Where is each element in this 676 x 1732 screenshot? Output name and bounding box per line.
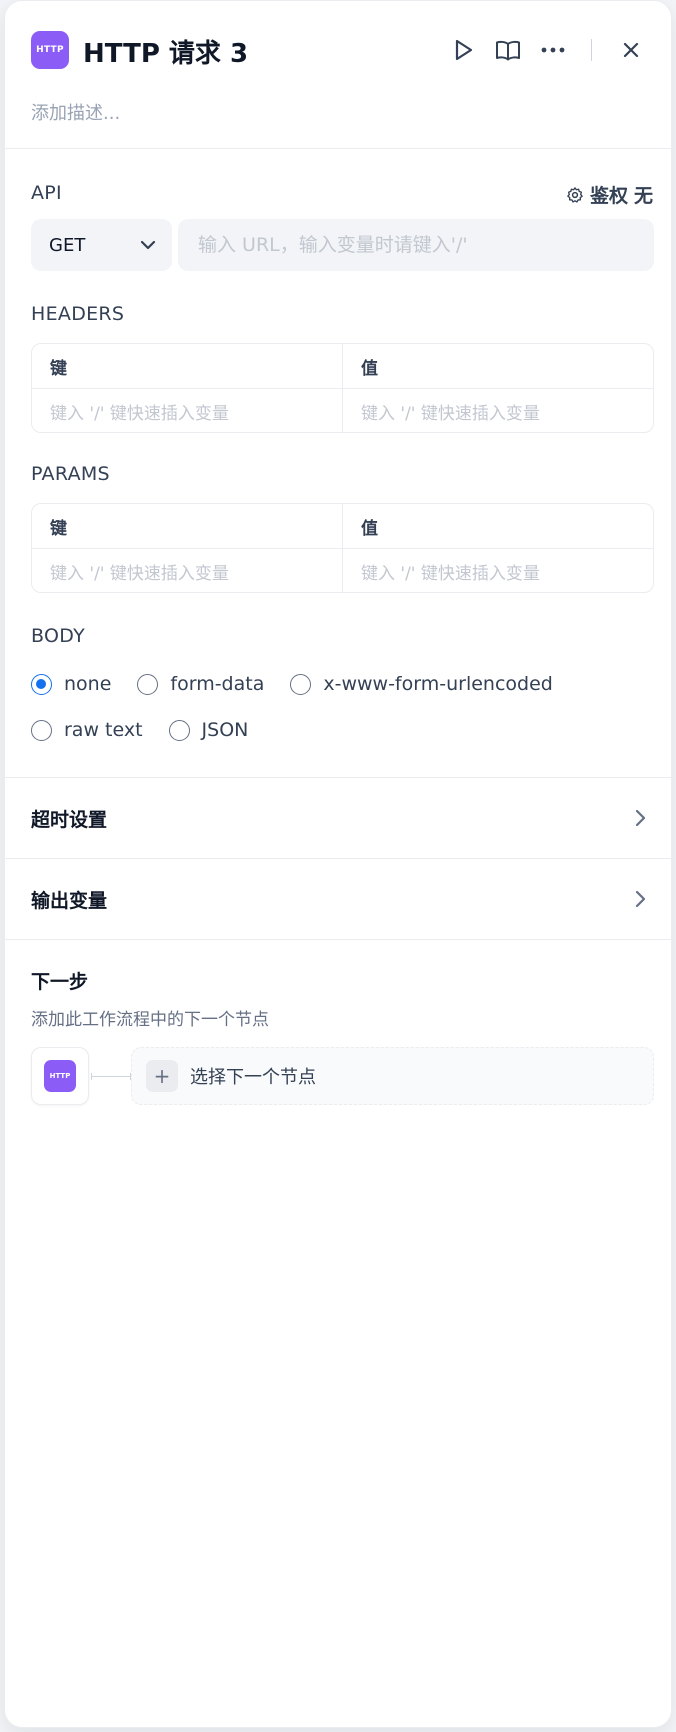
radio-unchecked-icon xyxy=(137,673,159,695)
chevron-right-icon xyxy=(635,890,646,908)
headers-table-header: 键 值 xyxy=(32,344,653,389)
close-button[interactable] xyxy=(614,33,648,67)
radio-label: raw text xyxy=(64,719,143,741)
params-value-column: 值 xyxy=(342,504,653,548)
table-row: 键入 '/' 键快速插入变量 键入 '/' 键快速插入变量 xyxy=(32,389,653,432)
radio-unchecked-icon xyxy=(290,673,312,695)
help-docs-button[interactable] xyxy=(491,33,525,67)
headers-label: HEADERS xyxy=(31,303,125,325)
api-label: API xyxy=(31,182,62,204)
radio-label: x-www-form-urlencoded xyxy=(323,673,553,695)
current-node-icon: HTTP xyxy=(31,1047,89,1105)
headers-key-input[interactable]: 键入 '/' 键快速插入变量 xyxy=(32,389,342,432)
body-option-urlencoded[interactable]: x-www-form-urlencoded xyxy=(290,673,553,695)
auth-label: 鉴权 xyxy=(589,185,628,207)
radio-checked-icon xyxy=(31,673,52,695)
next-step-title: 下一步 xyxy=(31,971,89,993)
headers-value-input[interactable]: 键入 '/' 键快速插入变量 xyxy=(342,389,653,432)
description-input[interactable]: 添加描述... xyxy=(31,99,120,125)
node-connector xyxy=(91,1073,131,1080)
gear-icon xyxy=(567,186,583,203)
output-variables-toggle[interactable]: 输出变量 xyxy=(5,858,671,939)
more-options-button[interactable] xyxy=(536,33,570,67)
section-divider xyxy=(5,939,671,940)
panel-header: HTTP HTTP 请求 3 添加描述... xyxy=(5,1,671,149)
http-mini-badge-text: HTTP xyxy=(49,1072,71,1080)
select-next-node-button[interactable]: + 选择下一个节点 xyxy=(131,1047,654,1105)
body-label: BODY xyxy=(31,625,86,647)
run-button[interactable] xyxy=(447,33,481,67)
radio-label: none xyxy=(64,673,112,695)
table-row: 键入 '/' 键快速插入变量 键入 '/' 键快速插入变量 xyxy=(32,549,653,592)
headers-value-column: 值 xyxy=(342,344,653,388)
body-type-row-2: raw text JSON xyxy=(31,719,274,741)
params-value-input[interactable]: 键入 '/' 键快速插入变量 xyxy=(342,549,653,592)
headers-table: 键 值 键入 '/' 键快速插入变量 键入 '/' 键快速插入变量 xyxy=(31,343,654,433)
method-select[interactable]: GET xyxy=(31,219,172,271)
headers-key-column: 键 xyxy=(50,358,67,379)
chevron-right-icon xyxy=(635,809,646,827)
body-option-raw-text[interactable]: raw text xyxy=(31,719,143,741)
url-input[interactable] xyxy=(178,219,654,271)
chevron-down-icon xyxy=(140,240,156,250)
auth-value: 无 xyxy=(633,185,653,207)
more-horizontal-icon xyxy=(541,47,565,53)
play-icon xyxy=(455,39,473,61)
method-value: GET xyxy=(49,234,86,256)
plus-icon: + xyxy=(146,1060,178,1092)
page-title[interactable]: HTTP 请求 3 xyxy=(83,33,248,70)
book-open-icon xyxy=(496,40,520,61)
radio-unchecked-icon xyxy=(168,719,190,741)
timeout-settings-label: 超时设置 xyxy=(31,808,108,831)
body-type-row-1: none form-data x-www-form-urlencoded xyxy=(31,673,579,695)
http-badge-text: HTTP xyxy=(36,45,64,55)
body-option-json[interactable]: JSON xyxy=(168,719,249,741)
select-next-node-label: 选择下一个节点 xyxy=(190,1067,316,1088)
timeout-settings-toggle[interactable]: 超时设置 xyxy=(5,777,671,858)
params-key-column: 键 xyxy=(50,518,67,539)
http-node-icon: HTTP xyxy=(31,31,69,69)
next-step-description: 添加此工作流程中的下一个节点 xyxy=(31,1010,269,1030)
params-key-input[interactable]: 键入 '/' 键快速插入变量 xyxy=(32,549,342,592)
close-icon xyxy=(623,42,639,58)
params-table: 键 值 键入 '/' 键快速插入变量 键入 '/' 键快速插入变量 xyxy=(31,503,654,593)
body-option-none[interactable]: none xyxy=(31,673,111,695)
radio-unchecked-icon xyxy=(31,719,52,741)
output-variables-label: 输出变量 xyxy=(31,889,108,912)
radio-label: JSON xyxy=(201,719,249,741)
auth-button[interactable]: 鉴权 无 xyxy=(566,181,653,208)
radio-label: form-data xyxy=(170,673,265,695)
http-node-panel: HTTP HTTP 请求 3 添加描述... API 鉴权 无 GET 输入 U… xyxy=(4,0,672,1728)
header-divider xyxy=(591,39,592,61)
http-mini-icon: HTTP xyxy=(44,1060,76,1092)
params-label: PARAMS xyxy=(31,463,110,485)
params-table-header: 键 值 xyxy=(32,504,653,549)
body-option-form-data[interactable]: form-data xyxy=(137,673,264,695)
